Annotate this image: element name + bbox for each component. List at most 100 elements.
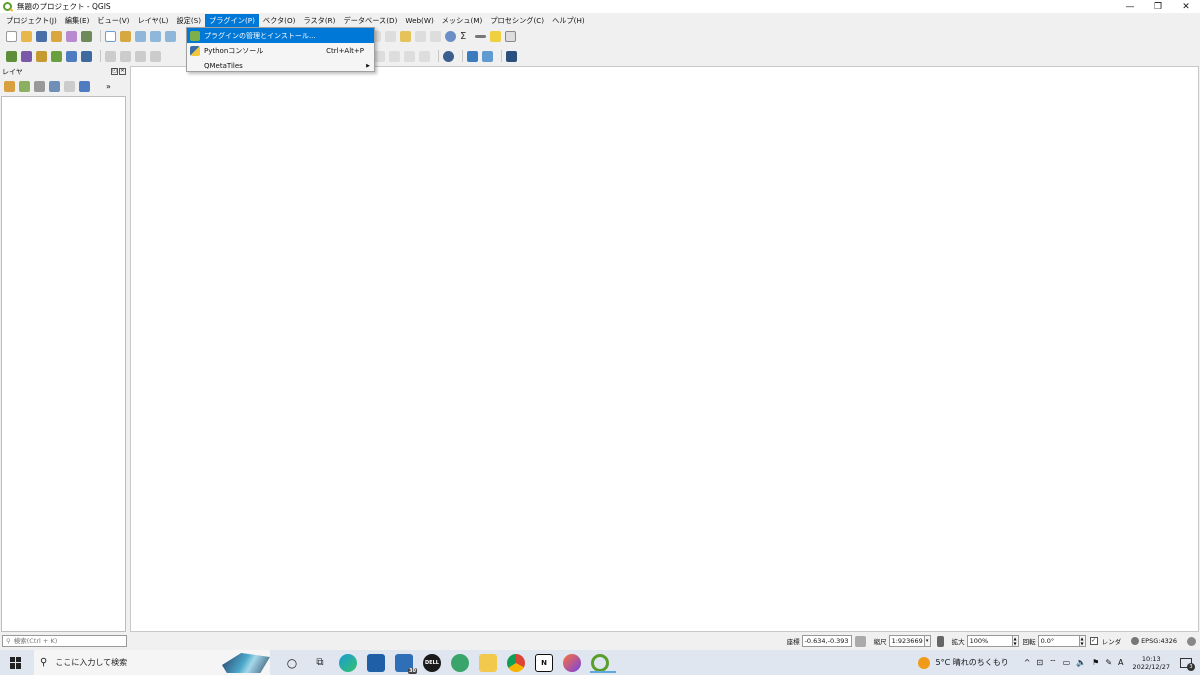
volume-icon[interactable]: 🔈	[1076, 658, 1086, 667]
add-layer-icon[interactable]	[21, 50, 32, 62]
zoom-full-icon[interactable]	[165, 30, 176, 42]
app-icon[interactable]	[451, 653, 469, 672]
messages-icon[interactable]	[1187, 636, 1196, 646]
clock[interactable]: 10:13 2022/12/27	[1133, 655, 1170, 671]
open-project-icon[interactable]	[21, 30, 32, 42]
edit-pencil-icon[interactable]	[105, 50, 116, 62]
qgis-taskbar-icon[interactable]	[590, 653, 616, 673]
scale-dropdown-button[interactable]: ▾	[924, 635, 931, 647]
layout-icon[interactable]	[66, 30, 77, 42]
show-hidden-icons-icon[interactable]: ^	[1024, 658, 1031, 667]
locator-search[interactable]: ⚲	[2, 635, 127, 647]
map-canvas[interactable]	[130, 66, 1199, 632]
attribute-table-icon[interactable]	[415, 30, 426, 42]
tray-app-icon[interactable]: ⊡	[1036, 658, 1043, 667]
security-icon[interactable]: ⚑	[1092, 658, 1099, 667]
menu-settings[interactable]: 設定(S)	[172, 14, 205, 27]
filter-by-expression-icon[interactable]	[64, 80, 75, 92]
rotation-field[interactable]: 0.0°	[1037, 635, 1080, 647]
add-vector-icon[interactable]	[36, 50, 47, 62]
menu-plugins[interactable]: プラグイン(P)	[205, 14, 259, 27]
text-annotation-icon[interactable]	[505, 30, 516, 42]
menu-item-python-console[interactable]: Pythonコンソール Ctrl+Alt+P	[187, 43, 374, 58]
menu-view[interactable]: ビュー(V)	[93, 14, 133, 27]
spin-down-icon[interactable]: ▼	[1014, 641, 1017, 646]
annotation-icon[interactable]	[490, 30, 501, 42]
style-manager-icon[interactable]	[81, 30, 92, 42]
zoom-out-icon[interactable]	[150, 30, 161, 42]
label-tool-5-icon[interactable]	[419, 50, 430, 62]
add-database-icon[interactable]	[66, 50, 77, 62]
save-as-icon[interactable]	[51, 30, 62, 42]
menu-item-manage-plugins[interactable]: プラグインの管理とインストール...	[187, 28, 374, 43]
lock-icon[interactable]	[936, 635, 944, 647]
restore-button[interactable]: ❐	[1144, 0, 1172, 13]
close-button[interactable]: ✕	[1172, 0, 1200, 13]
menu-processing[interactable]: プロセシング(C)	[486, 14, 548, 27]
cortana-icon[interactable]: ○	[283, 654, 301, 672]
ime-indicator-icon[interactable]: A	[1118, 658, 1123, 667]
close-panel-button[interactable]: ✕	[119, 68, 126, 75]
weather-icon[interactable]	[918, 656, 931, 669]
label-tool-3-icon[interactable]	[389, 50, 400, 62]
label-tool-2-icon[interactable]	[374, 50, 385, 62]
menu-item-qmetatiles[interactable]: QMetaTiles ▶	[187, 58, 374, 73]
battery-icon[interactable]: ▭	[1063, 658, 1071, 667]
menu-raster[interactable]: ラスタ(R)	[299, 14, 339, 27]
data-source-manager-icon[interactable]	[6, 50, 17, 62]
locator-icon[interactable]	[482, 50, 493, 62]
file-explorer-icon[interactable]	[479, 653, 497, 672]
globe-icon[interactable]	[443, 50, 454, 62]
label-tool-4-icon[interactable]	[404, 50, 415, 62]
save-project-icon[interactable]	[36, 30, 47, 42]
menu-web[interactable]: Web(W)	[401, 14, 437, 27]
more-tools-button[interactable]: »	[106, 82, 111, 91]
menu-database[interactable]: データベース(D)	[339, 14, 401, 27]
style-layer-icon[interactable]	[4, 80, 15, 92]
deselect-icon[interactable]	[400, 30, 411, 42]
measure-icon[interactable]	[475, 34, 486, 38]
metatiles-icon[interactable]	[506, 50, 517, 62]
float-panel-button[interactable]: ◰	[111, 68, 118, 75]
menu-edit[interactable]: 編集(E)	[61, 14, 94, 27]
scale-field[interactable]: 1:923669	[888, 635, 925, 647]
store-icon[interactable]	[367, 653, 385, 672]
dell-icon[interactable]: DELL	[423, 653, 441, 672]
minimize-button[interactable]: —	[1116, 0, 1144, 13]
menu-project[interactable]: プロジェクト(J)	[2, 14, 61, 27]
select-by-value-icon[interactable]	[385, 30, 396, 42]
python-icon[interactable]	[467, 50, 478, 62]
locator-search-input[interactable]	[13, 637, 114, 645]
magnifier-field[interactable]: 100%	[966, 635, 1013, 647]
field-calculator-icon[interactable]	[430, 30, 441, 42]
crs-globe-icon[interactable]	[1131, 637, 1140, 645]
chrome-icon[interactable]	[507, 653, 525, 672]
menu-mesh[interactable]: メッシュ(M)	[438, 14, 487, 27]
notion-icon[interactable]: N	[535, 653, 553, 672]
mail-icon[interactable]: 30	[395, 653, 417, 674]
add-group-icon[interactable]	[19, 80, 30, 92]
layer-tree[interactable]	[1, 96, 126, 632]
pen-icon[interactable]: ✎	[1105, 658, 1112, 667]
magnifier-spinner[interactable]: ▲ ▼	[1012, 635, 1019, 647]
edge-icon[interactable]	[339, 653, 357, 672]
menu-vector[interactable]: ベクタ(O)	[259, 14, 300, 27]
weather-text[interactable]: 5°C 晴れのちくもり	[935, 657, 1008, 668]
crs-button[interactable]: EPSG:4326	[1141, 637, 1177, 645]
digitize-icon[interactable]	[120, 50, 131, 62]
spin-down-icon[interactable]: ▼	[1081, 641, 1084, 646]
menu-help[interactable]: ヘルプ(H)	[548, 14, 589, 27]
menu-layer[interactable]: レイヤ(L)	[133, 14, 172, 27]
virtual-layer-icon[interactable]	[81, 50, 92, 62]
render-checkbox[interactable]: ✓	[1089, 637, 1098, 645]
zoom-in-icon[interactable]	[135, 30, 146, 42]
task-view-icon[interactable]: ⧉	[311, 654, 329, 672]
new-project-icon[interactable]	[6, 30, 17, 42]
firefox-icon[interactable]	[563, 653, 581, 672]
add-feature-icon[interactable]	[150, 50, 161, 62]
pan-to-selection-icon[interactable]	[120, 30, 131, 42]
expand-all-icon[interactable]	[79, 80, 90, 92]
notification-icon[interactable]: 3	[1180, 657, 1195, 671]
add-raster-icon[interactable]	[51, 50, 62, 62]
coordinate-field[interactable]: -0.634,-0.393	[801, 635, 852, 647]
